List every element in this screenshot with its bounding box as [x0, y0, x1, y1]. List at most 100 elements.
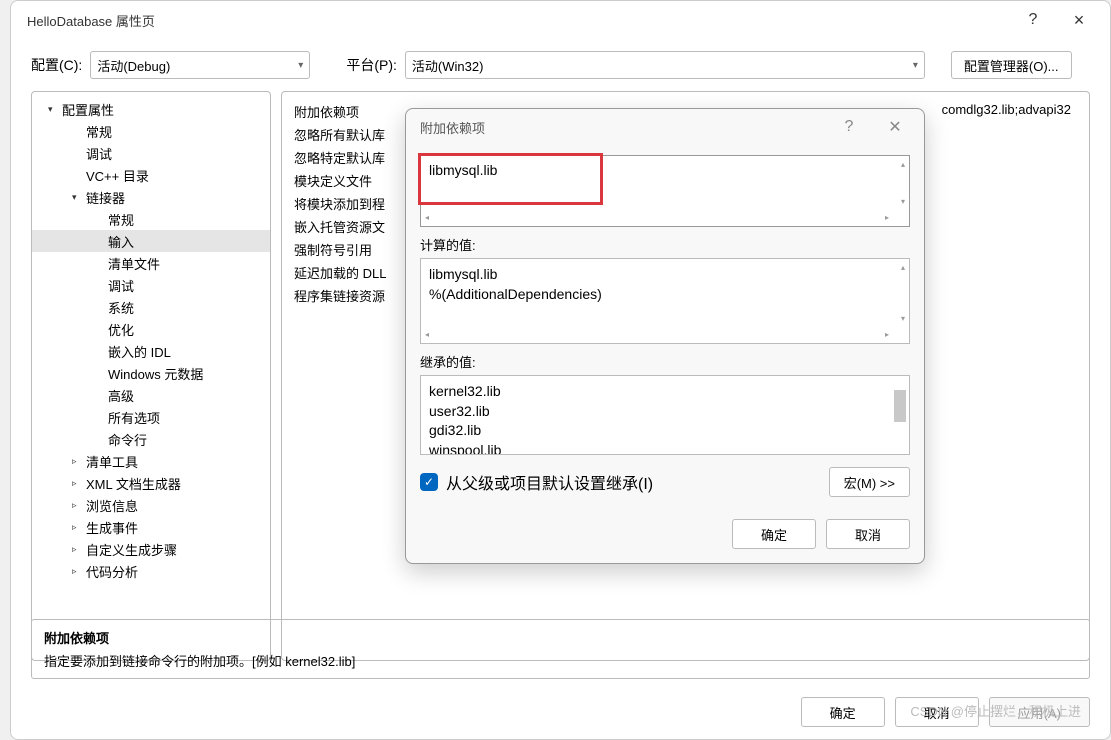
tree-arrow-icon: ▹ [72, 544, 82, 555]
tree-item[interactable]: 调试 [32, 274, 270, 296]
tree-item-label: VC++ 目录 [86, 166, 149, 185]
scroll-right-icon: ▸ [883, 211, 891, 224]
tree-item-label: 自定义生成步骤 [86, 540, 177, 559]
tree-item-label: 配置属性 [62, 100, 114, 119]
tree-item-label: 生成事件 [86, 518, 138, 537]
inherit-checkbox-label: 从父级或项目默认设置继承(I) [446, 470, 653, 494]
tree-item-label: 系统 [108, 298, 134, 317]
dialog-ok-button[interactable]: 确定 [732, 519, 816, 549]
tree-item-label: XML 文档生成器 [86, 474, 181, 493]
computed-value-line: libmysql.lib [429, 265, 901, 285]
tree-item-label: 优化 [108, 320, 134, 339]
platform-label: 平台(P): [346, 55, 397, 75]
close-button[interactable]: × [1056, 5, 1102, 35]
tree-arrow-icon: ▹ [72, 566, 82, 577]
inherited-value-line: gdi32.lib [429, 421, 901, 441]
description-text: 指定要添加到链接命令行的附加项。[例如 kernel32.lib] [44, 651, 1077, 670]
tree-item-label: 嵌入的 IDL [108, 342, 171, 361]
inherited-value-line: user32.lib [429, 402, 901, 422]
tree-item[interactable]: ▹ 自定义生成步骤 [32, 538, 270, 560]
description-box: 附加依赖项 指定要添加到链接命令行的附加项。[例如 kernel32.lib] [31, 619, 1090, 679]
main-button-row: 确定 取消 应用(A) [801, 697, 1090, 727]
config-select[interactable]: 活动(Debug) ▾ [90, 51, 310, 79]
config-row: 配置(C): 活动(Debug) ▾ 平台(P): 活动(Win32) ▾ 配置… [11, 39, 1110, 91]
tree-item[interactable]: ▹浏览信息 [32, 494, 270, 516]
ok-button[interactable]: 确定 [801, 697, 885, 727]
tree-item[interactable]: 调试 [32, 142, 270, 164]
dialog-help-button[interactable]: ? [826, 112, 872, 142]
property-tree[interactable]: ▾配置属性常规调试VC++ 目录▾链接器常规输入清单文件调试系统优化嵌入的 ID… [31, 91, 271, 661]
tree-item[interactable]: ▾链接器 [32, 186, 270, 208]
tree-arrow-icon: ▾ [72, 192, 82, 203]
tree-item-label: 调试 [86, 144, 112, 163]
tree-item[interactable]: 优化 [32, 318, 270, 340]
tree-item[interactable]: 嵌入的 IDL [32, 340, 270, 362]
tree-item[interactable]: 常规 [32, 120, 270, 142]
tree-arrow-icon: ▹ [72, 522, 82, 533]
inherited-values-box: kernel32.libuser32.libgdi32.libwinspool.… [420, 375, 910, 455]
platform-select[interactable]: 活动(Win32) ▾ [405, 51, 925, 79]
tree-item-label: 浏览信息 [86, 496, 138, 515]
scroll-up-icon: ▴ [899, 158, 907, 171]
tree-item-label: 调试 [108, 276, 134, 295]
tree-arrow-icon: ▹ [72, 456, 82, 467]
tree-item[interactable]: ▹ XML 文档生成器 [32, 472, 270, 494]
titlebar: HelloDatabase 属性页 ? × [11, 1, 1110, 39]
dialog-title: 附加依赖项 [420, 118, 826, 137]
tree-item[interactable]: 系统 [32, 296, 270, 318]
tree-item-label: Windows 元数据 [108, 364, 203, 383]
dialog-close-button[interactable]: ✕ [872, 112, 918, 142]
tree-item[interactable]: 常规 [32, 208, 270, 230]
tree-item-label: 所有选项 [108, 408, 160, 427]
computed-values-box: libmysql.lib%(AdditionalDependencies) ▴ … [420, 258, 910, 344]
window-title: HelloDatabase 属性页 [27, 11, 1010, 30]
inherit-checkbox-wrap[interactable]: ✓ 从父级或项目默认设置继承(I) [420, 470, 653, 494]
dependency-input[interactable]: libmysql.lib [421, 156, 600, 184]
scrollbar-horizontal[interactable]: ◂ ▸ [423, 211, 891, 224]
tree-item[interactable]: 高级 [32, 384, 270, 406]
tree-item-label: 常规 [108, 210, 134, 229]
tree-item-label: 代码分析 [86, 562, 138, 581]
tree-item[interactable]: 输入 [32, 230, 270, 252]
scroll-left-icon: ◂ [423, 211, 431, 224]
inherited-value-line: winspool.lib [429, 441, 901, 455]
dialog-cancel-button[interactable]: 取消 [826, 519, 910, 549]
chevron-down-icon: ▾ [913, 60, 918, 71]
tree-item-label: 命令行 [108, 430, 147, 449]
tree-item[interactable]: Windows 元数据 [32, 362, 270, 384]
tree-item-label: 清单文件 [108, 254, 160, 273]
tree-item[interactable]: ▾ 配置属性 [32, 98, 270, 120]
tree-item[interactable]: VC++ 目录 [32, 164, 270, 186]
tree-item[interactable]: 清单文件 [32, 252, 270, 274]
tree-item-label: 清单工具 [86, 452, 138, 471]
scroll-down-icon: ▾ [899, 312, 907, 325]
scrollbar-horizontal[interactable]: ◂ ▸ [423, 328, 891, 341]
inherited-value-line: kernel32.lib [429, 382, 901, 402]
help-button[interactable]: ? [1010, 5, 1056, 35]
scrollbar-vertical[interactable]: ▴ ▾ [899, 261, 907, 325]
additional-dependencies-dialog: 附加依赖项 ? ✕ libmysql.lib ▴ ▾ ◂ ▸ 计算的值: [405, 108, 925, 564]
scrollbar-vertical[interactable]: ▴ ▾ [899, 158, 907, 208]
tree-arrow-icon: ▹ [72, 478, 82, 489]
cancel-button[interactable]: 取消 [895, 697, 979, 727]
tree-item[interactable]: ▹ 生成事件 [32, 516, 270, 538]
computed-value-line: %(AdditionalDependencies) [429, 285, 901, 305]
macro-button[interactable]: 宏(M) >> [829, 467, 910, 497]
config-label: 配置(C): [31, 55, 82, 75]
dialog-titlebar: 附加依赖项 ? ✕ [406, 109, 924, 145]
input-textbox-wrap: libmysql.lib ▴ ▾ ◂ ▸ [420, 155, 910, 227]
tree-item-label: 高级 [108, 386, 134, 405]
tree-arrow-icon: ▾ [48, 104, 58, 115]
scroll-up-icon: ▴ [899, 261, 907, 274]
tree-item[interactable]: 命令行 [32, 428, 270, 450]
scroll-left-icon: ◂ [423, 328, 431, 341]
tree-item[interactable]: ▹ 代码分析 [32, 560, 270, 582]
config-manager-button[interactable]: 配置管理器(O)... [951, 51, 1072, 79]
tree-item-label: 常规 [86, 122, 112, 141]
tree-item[interactable]: 所有选项 [32, 406, 270, 428]
apply-button[interactable]: 应用(A) [989, 697, 1090, 727]
tree-item-label: 输入 [108, 232, 134, 251]
tree-item[interactable]: ▹ 清单工具 [32, 450, 270, 472]
scrollbar-thumb[interactable] [894, 390, 906, 422]
scroll-right-icon: ▸ [883, 328, 891, 341]
